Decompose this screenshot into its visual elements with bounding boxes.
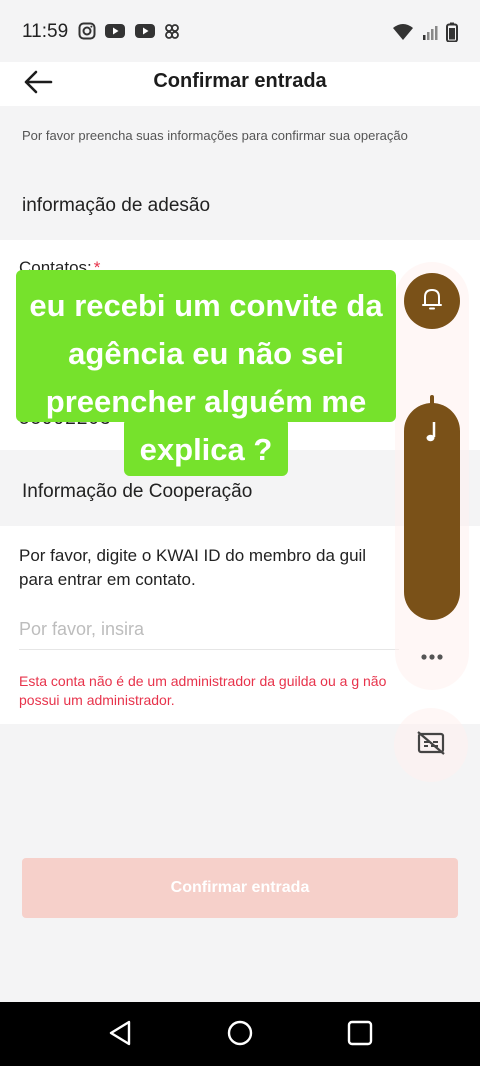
music-note-icon <box>421 420 443 449</box>
cooperation-section-title: Informação de Cooperação <box>22 481 253 502</box>
kwai-id-input[interactable] <box>19 610 399 650</box>
youtube-icon <box>104 22 126 45</box>
subtitle-area: Por favor preencha suas informações para… <box>0 106 480 174</box>
instagram-icon <box>78 22 96 45</box>
bell-icon <box>420 286 444 317</box>
status-icons-right <box>392 22 458 47</box>
signal-icon <box>422 23 438 46</box>
confirm-entry-button[interactable]: Confirmar entrada <box>22 858 458 918</box>
page-title: Confirmar entrada <box>153 70 327 92</box>
captions-off-icon <box>416 730 446 761</box>
more-dots-icon <box>420 648 444 666</box>
kwai-id-description: Por favor, digite o KWAI ID do membro da… <box>19 546 367 589</box>
nav-recents-icon <box>347 1020 373 1051</box>
status-icons-left <box>78 22 180 45</box>
nav-back-icon <box>107 1019 133 1052</box>
youtube-icon <box>134 22 156 45</box>
caption-overlay: eu recebi um convite da agência eu não s… <box>16 270 396 476</box>
app-notification-icon <box>164 22 180 45</box>
nav-back-button[interactable] <box>103 1018 137 1052</box>
wifi-icon <box>392 23 414 46</box>
nav-home-icon <box>226 1019 254 1052</box>
system-nav-bar <box>0 1002 480 1066</box>
bell-button[interactable] <box>404 273 460 329</box>
nav-recents-button[interactable] <box>343 1018 377 1052</box>
app-header: Confirmar entrada <box>0 62 480 106</box>
membership-section-title: informação de adesão <box>22 195 211 216</box>
captions-toggle-button[interactable] <box>394 708 468 782</box>
more-button[interactable] <box>414 644 450 670</box>
nav-home-button[interactable] <box>223 1018 257 1052</box>
page-subtitle: Por favor preencha suas informações para… <box>22 128 408 143</box>
battery-icon <box>446 22 458 47</box>
status-time: 11:59 <box>22 21 69 42</box>
caption-text: eu recebi um convite da agência eu não s… <box>29 288 383 467</box>
error-message: Esta conta não é de um administrador da … <box>19 673 387 708</box>
status-bar: 11:59 <box>0 0 480 62</box>
